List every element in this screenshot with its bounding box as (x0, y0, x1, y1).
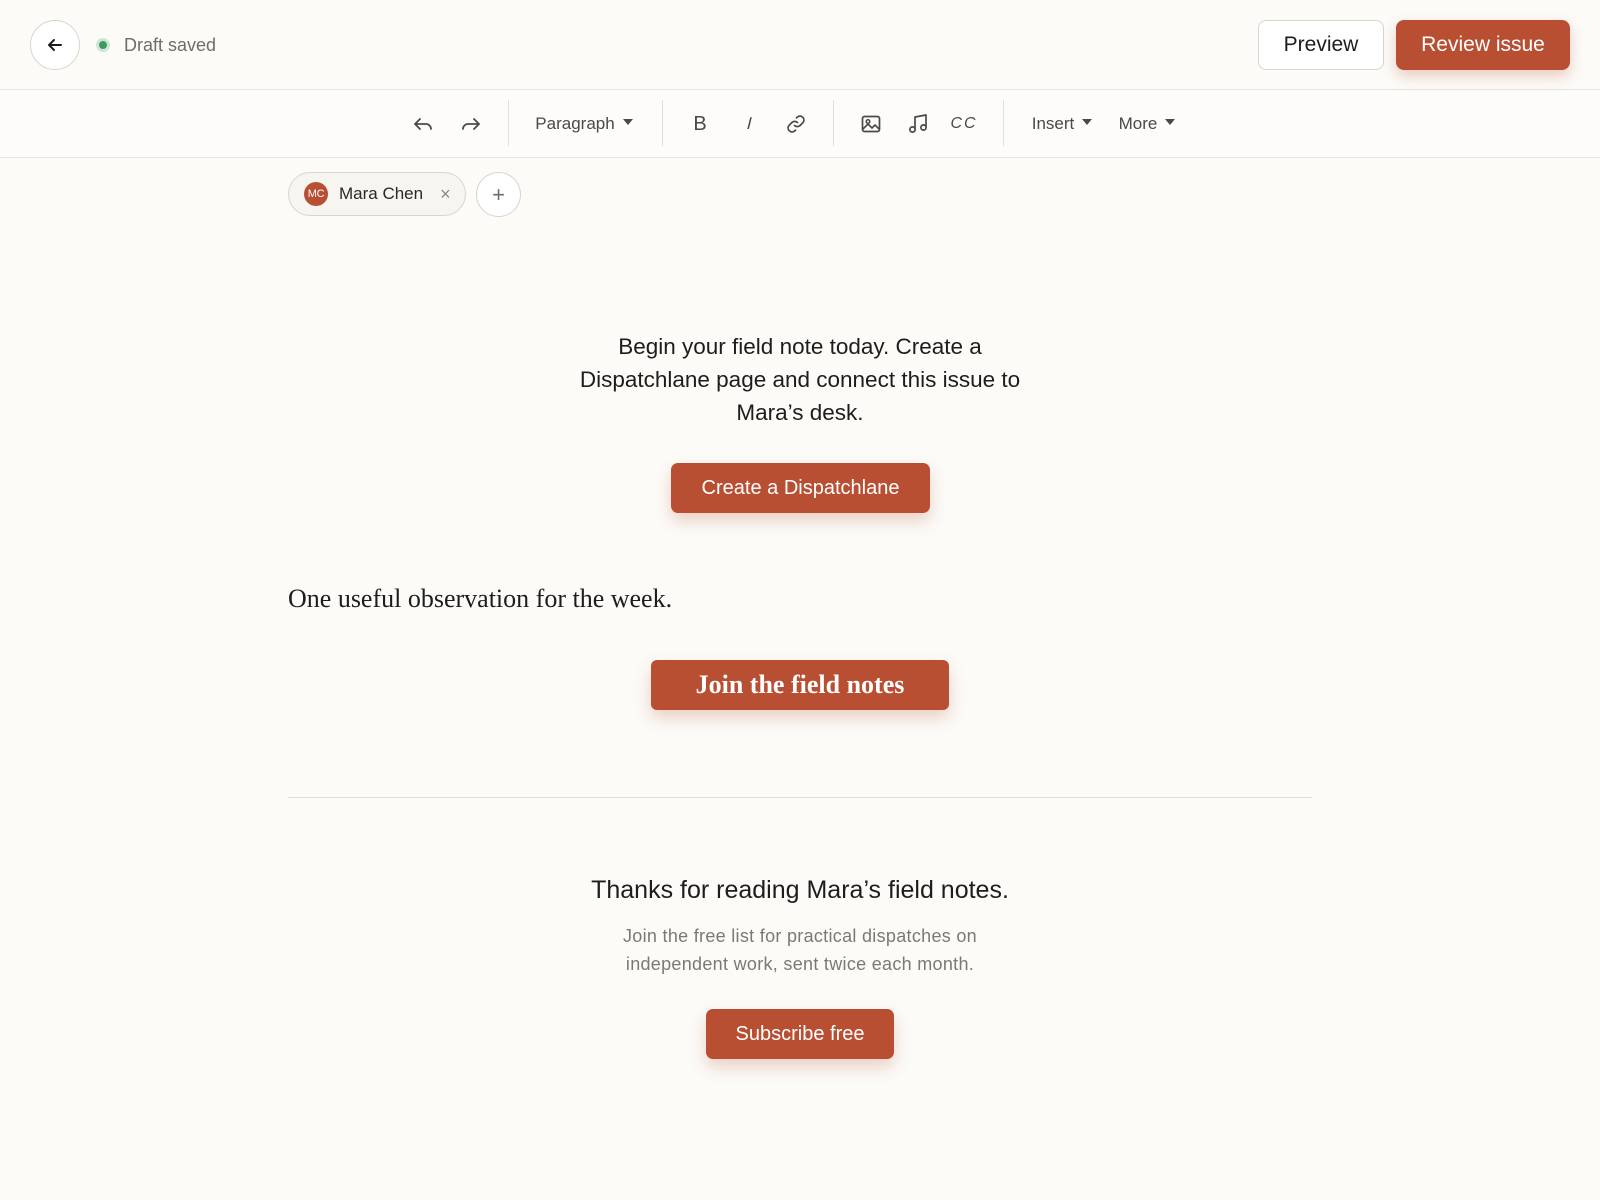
undo-icon (412, 113, 434, 135)
subscribe-button[interactable]: Subscribe free (706, 1009, 894, 1059)
bold-button[interactable]: B (678, 102, 722, 146)
italic-icon: I (744, 114, 754, 133)
image-button[interactable] (849, 102, 893, 146)
insert-label: Insert (1031, 114, 1075, 133)
close-icon[interactable]: × (440, 185, 451, 203)
top-bar: Draft saved Preview Review issue (0, 0, 1600, 90)
toolbar-divider (1003, 100, 1004, 146)
toolbar-divider (662, 100, 663, 146)
footer-subtitle: Join the free list for practical dispatc… (623, 926, 977, 974)
body-paragraph[interactable]: One useful observation for the week. (288, 584, 672, 614)
bold-icon: B (693, 112, 707, 135)
author-chip[interactable]: MC Mara Chen × (288, 172, 466, 216)
audio-button[interactable] (896, 102, 940, 146)
embed-prompt-text: Begin your field note today. Create a Di… (579, 334, 1021, 425)
image-icon (860, 113, 882, 135)
toolbar-divider (508, 100, 509, 146)
caret-down-icon (1165, 119, 1176, 125)
block-style-dropdown[interactable]: Paragraph (528, 102, 640, 146)
plus-icon: + (492, 181, 505, 207)
link-button[interactable] (774, 102, 818, 146)
music-note-icon (907, 113, 929, 135)
captions-icon: CC (950, 115, 978, 132)
add-author-button[interactable]: + (476, 172, 521, 217)
more-label: More (1118, 114, 1158, 133)
create-dispatchlane-button[interactable]: Create a Dispatchlane (671, 463, 930, 513)
back-button[interactable] (30, 20, 80, 70)
section-divider (288, 797, 1312, 798)
caret-down-icon (622, 119, 633, 125)
redo-icon (460, 113, 482, 135)
link-icon (785, 113, 807, 135)
toolbar-divider (833, 100, 834, 146)
redo-button[interactable] (449, 102, 493, 146)
preview-button[interactable]: Preview (1258, 20, 1384, 70)
status-text: Draft saved (124, 34, 217, 55)
caret-down-icon (1082, 119, 1093, 125)
italic-button[interactable]: I (727, 102, 771, 146)
undo-button[interactable] (401, 102, 445, 146)
avatar: MC (304, 182, 328, 206)
block-style-label: Paragraph (535, 114, 615, 133)
insert-dropdown[interactable]: Insert (1024, 102, 1100, 146)
review-issue-button[interactable]: Review issue (1396, 20, 1570, 70)
captions-button[interactable]: CC (942, 102, 986, 146)
more-dropdown[interactable]: More (1112, 102, 1182, 146)
arrow-left-icon (46, 36, 64, 54)
author-name: Mara Chen (339, 184, 424, 203)
join-field-notes-button[interactable]: Join the field notes (651, 660, 949, 710)
footer-title: Thanks for reading Mara’s field notes. (591, 876, 1009, 904)
save-status: Draft saved (96, 33, 216, 57)
editor-toolbar: Paragraph B I CC Insert More (0, 90, 1600, 158)
status-dot-icon (96, 38, 110, 52)
